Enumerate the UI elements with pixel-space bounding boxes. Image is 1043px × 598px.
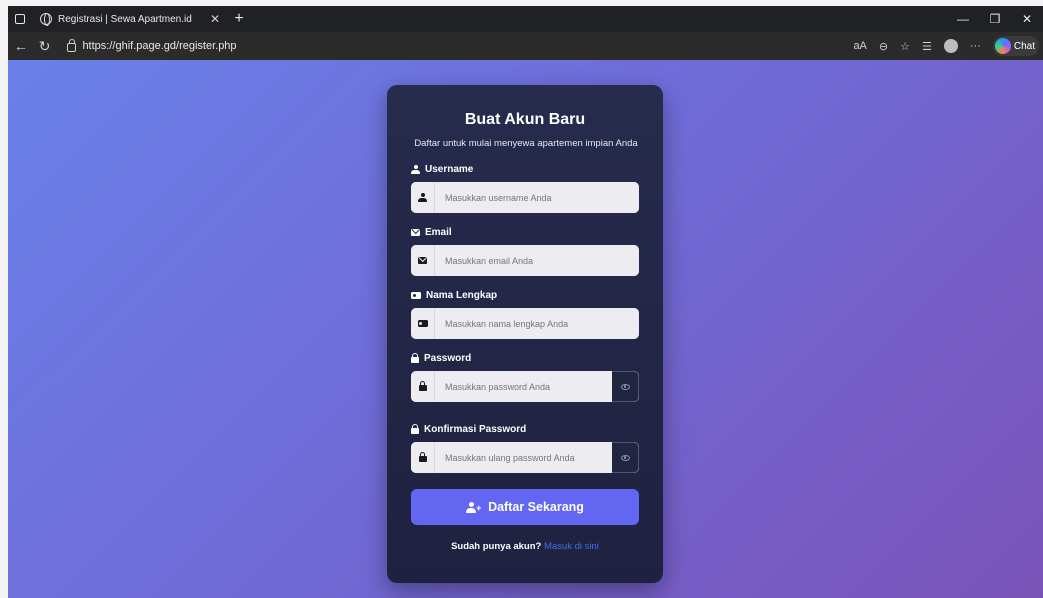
fullname-input[interactable] xyxy=(435,308,639,339)
password-input[interactable] xyxy=(435,371,612,402)
lock-icon xyxy=(418,452,427,462)
fullname-label-text: Nama Lengkap xyxy=(426,290,498,301)
site-info-icon[interactable] xyxy=(67,39,77,52)
minimize-button[interactable]: — xyxy=(947,6,979,32)
confirm-password-addon xyxy=(411,442,435,473)
envelope-icon xyxy=(411,229,420,236)
fullname-label: Nama Lengkap xyxy=(411,290,639,301)
refresh-button[interactable]: ↻ xyxy=(36,38,54,55)
tab-registrasi[interactable]: Registrasi | Sewa Apartmen.id ✕ xyxy=(32,6,228,32)
toggle-confirm-password-button[interactable] xyxy=(612,442,639,473)
tab-title: Registrasi | Sewa Apartmen.id xyxy=(58,13,192,25)
email-label: Email xyxy=(411,227,639,238)
lock-icon xyxy=(418,381,427,391)
more-menu-icon[interactable]: ··· xyxy=(970,40,981,52)
tab-actions-button[interactable] xyxy=(8,6,32,32)
form-title: Buat Akun Baru xyxy=(464,111,586,128)
back-button[interactable]: ← xyxy=(12,38,30,54)
register-card: Buat Akun Baru Daftar untuk mulai menyew… xyxy=(387,85,663,583)
profile-avatar[interactable] xyxy=(943,39,958,53)
zoom-icon[interactable]: ⊖ xyxy=(879,40,888,53)
confirm-password-label: Konfirmasi Password xyxy=(411,424,639,435)
id-card-icon xyxy=(411,292,421,299)
toolbar-icons: aA ⊖ ☆ ☰ ··· Chat xyxy=(853,36,1039,56)
page-viewport: Buat Akun Baru Daftar untuk mulai menyew… xyxy=(8,60,1043,598)
tab-close-icon[interactable]: ✕ xyxy=(210,12,220,26)
password-label-text: Password xyxy=(424,353,472,364)
eye-icon xyxy=(620,454,630,461)
register-submit-label: Daftar Sekarang xyxy=(488,500,584,514)
copilot-label: Chat xyxy=(1013,40,1035,52)
username-input[interactable] xyxy=(435,182,639,213)
toggle-password-button[interactable] xyxy=(612,371,639,402)
user-icon xyxy=(411,165,420,174)
password-addon xyxy=(411,371,435,402)
read-aloud-icon[interactable]: aA xyxy=(853,40,866,52)
tab-bar: Registrasi | Sewa Apartmen.id ✕ + — ❐ ✕ xyxy=(8,6,1043,32)
login-link[interactable]: Masuk di sini xyxy=(544,541,599,552)
close-window-button[interactable]: ✕ xyxy=(1011,6,1043,32)
username-addon xyxy=(411,182,435,213)
email-addon xyxy=(411,245,435,276)
user-plus-icon: + xyxy=(466,501,481,513)
browser-window: Registrasi | Sewa Apartmen.id ✕ + — ❐ ✕ … xyxy=(0,0,1043,598)
email-label-text: Email xyxy=(425,227,452,238)
new-tab-button[interactable]: + xyxy=(228,10,250,28)
favorite-star-icon[interactable]: ☆ xyxy=(900,40,910,53)
restore-button[interactable]: ❐ xyxy=(979,6,1011,32)
login-prompt: Sudah punya akun? Masuk di sini xyxy=(411,541,639,552)
register-submit-button[interactable]: + Daftar Sekarang xyxy=(411,489,639,525)
lock-icon xyxy=(411,424,419,434)
id-card-icon xyxy=(417,320,428,327)
favorites-list-icon[interactable]: ☰ xyxy=(922,40,932,53)
eye-icon xyxy=(620,383,630,390)
envelope-icon xyxy=(418,257,427,264)
username-label: Username xyxy=(411,164,639,175)
url-text: https://ghif.page.gd/register.php xyxy=(82,40,237,52)
email-input[interactable] xyxy=(435,245,639,276)
username-label-text: Username xyxy=(425,164,474,175)
form-subtitle: Daftar untuk mulai menyewa apartemen imp… xyxy=(414,138,638,149)
confirm-password-input[interactable] xyxy=(435,442,612,473)
copilot-button[interactable]: Chat xyxy=(992,36,1039,56)
login-prompt-text: Sudah punya akun? xyxy=(451,541,542,552)
lock-icon xyxy=(411,353,419,363)
password-input-group xyxy=(411,371,639,402)
window-controls: — ❐ ✕ xyxy=(947,6,1043,32)
password-label: Password xyxy=(411,353,639,364)
globe-icon xyxy=(40,13,52,26)
email-input-group xyxy=(411,245,639,276)
fullname-addon xyxy=(411,308,435,339)
browser-toolbar: ← ↻ https://ghif.page.gd/register.php aA… xyxy=(8,32,1043,60)
user-icon xyxy=(418,193,427,202)
tab-actions-icon xyxy=(15,14,25,24)
confirm-password-label-text: Konfirmasi Password xyxy=(424,424,527,435)
fullname-input-group xyxy=(411,308,639,339)
copilot-icon xyxy=(994,38,1011,54)
confirm-password-input-group xyxy=(411,442,639,473)
username-input-group xyxy=(411,182,639,213)
address-bar[interactable]: https://ghif.page.gd/register.php xyxy=(59,35,848,57)
